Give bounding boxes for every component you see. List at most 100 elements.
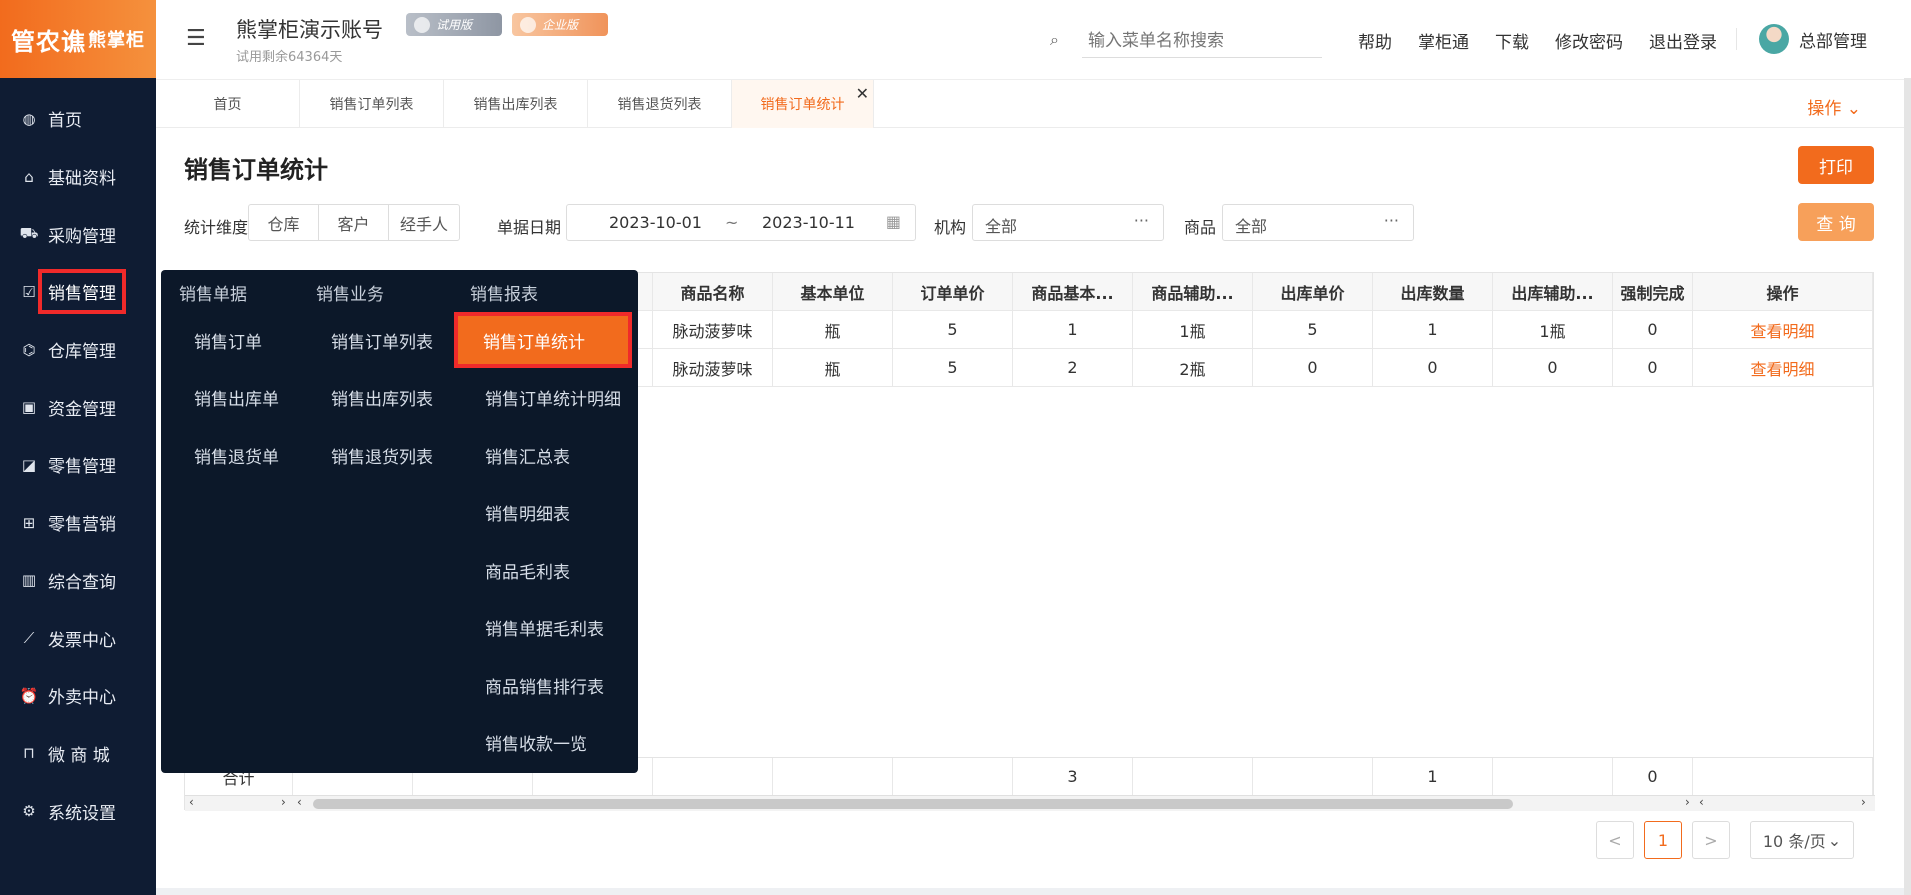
view-detail-link[interactable]: 查看明细 bbox=[1693, 349, 1873, 387]
submenu-sales-return-list[interactable]: 销售退货列表 bbox=[331, 436, 433, 474]
submenu-sales-order-stats-detail[interactable]: 销售订单统计明细 bbox=[485, 378, 621, 416]
col-header-outbound-aux: 出库辅助... bbox=[1493, 273, 1613, 311]
table-cell: 1 bbox=[1013, 311, 1133, 349]
divider bbox=[1736, 28, 1737, 50]
view-detail-link[interactable]: 查看明细 bbox=[1693, 311, 1873, 349]
next-page-button[interactable]: > bbox=[1692, 821, 1730, 859]
tab-sales-order-stats[interactable]: 销售订单统计 ✕ bbox=[732, 80, 874, 128]
scroll-left-icon[interactable]: ‹ bbox=[189, 795, 194, 809]
sidebar-item-mall[interactable]: ⊓ 微 商 城 bbox=[0, 725, 156, 783]
scroll-right-icon[interactable]: › bbox=[1685, 795, 1690, 809]
table-cell: 0 bbox=[1373, 349, 1493, 387]
close-icon[interactable]: ✕ bbox=[856, 84, 869, 103]
sidebar-item-label: 微 商 城 bbox=[48, 745, 110, 766]
submenu-product-gross-profit[interactable]: 商品毛利表 bbox=[485, 551, 570, 589]
page-1-button[interactable]: 1 bbox=[1644, 821, 1682, 859]
col-header-outbound-price: 出库单价 bbox=[1253, 273, 1373, 311]
dim-handler-option[interactable]: 经手人 bbox=[389, 205, 459, 240]
product-select[interactable]: 全部 ··· bbox=[1222, 204, 1414, 241]
menu-toggle-icon[interactable]: ☰ bbox=[186, 26, 206, 51]
submenu-document-gross-profit[interactable]: 销售单据毛利表 bbox=[485, 608, 604, 646]
top-links: 帮助 掌柜通 下载 修改密码 退出登录 bbox=[1358, 28, 1743, 53]
sales-submenu: 销售单据 销售业务 销售报表 销售订单 销售出库单 销售退货单 销售订单列表 销… bbox=[161, 270, 638, 773]
submenu-sales-order[interactable]: 销售订单 bbox=[194, 321, 262, 359]
scroll-right-icon[interactable]: › bbox=[281, 795, 286, 809]
horizontal-scrollbar[interactable]: ‹ › ‹ › ‹ › bbox=[185, 795, 1875, 811]
date-range-picker[interactable]: 2023-10-01 ~ 2023-10-11 ▦ bbox=[566, 204, 916, 241]
scroll-thumb[interactable] bbox=[313, 799, 1513, 809]
logout-link[interactable]: 退出登录 bbox=[1649, 28, 1717, 53]
submenu-sales-summary[interactable]: 销售汇总表 bbox=[485, 436, 570, 474]
tab-sales-outbound-list[interactable]: 销售出库列表 bbox=[444, 80, 588, 128]
table-cell bbox=[1253, 758, 1373, 796]
sidebar-item-purchase[interactable]: ⛟ 采购管理 bbox=[0, 205, 156, 263]
tab-home[interactable]: 首页 bbox=[156, 80, 300, 128]
change-password-link[interactable]: 修改密码 bbox=[1555, 28, 1623, 53]
sidebar-item-label: 销售管理 bbox=[38, 269, 126, 315]
operations-label: 操作 bbox=[1807, 99, 1842, 119]
shopping-bag-icon: ⊓ bbox=[23, 744, 35, 763]
table-cell: 瓶 bbox=[773, 311, 893, 349]
dim-customer-option[interactable]: 客户 bbox=[319, 205, 389, 240]
dim-warehouse-option[interactable]: 仓库 bbox=[249, 205, 319, 240]
page-size-select[interactable]: 10 条/页 ⌄ bbox=[1750, 821, 1854, 859]
sidebar: 管农谯 熊掌柜 ◍ 首页 ⌂ 基础资料 ⛟ 采购管理 ☑ 销售管理 ⌬ 仓库管理 ▣ 资金管理… bbox=[0, 0, 156, 895]
tab-sales-order-list[interactable]: 销售订单列表 bbox=[300, 80, 444, 128]
calendar-icon: ▣ bbox=[21, 398, 37, 417]
page-title: 销售订单统计 bbox=[184, 156, 328, 184]
col-header-actions: 操作 bbox=[1693, 273, 1873, 311]
page-scrollbar[interactable] bbox=[1904, 78, 1911, 895]
table-cell: 5 bbox=[1253, 311, 1373, 349]
tab-sales-return-list[interactable]: 销售退货列表 bbox=[588, 80, 732, 128]
operations-dropdown[interactable]: 操作 ⌄ bbox=[1807, 94, 1861, 119]
download-link[interactable]: 下载 bbox=[1495, 28, 1529, 53]
star-icon bbox=[520, 16, 536, 33]
page-tabs: 首页 销售订单列表 销售出库列表 销售退货列表 销售订单统计 ✕ 操作 ⌄ bbox=[156, 80, 1911, 128]
submenu-sales-detail[interactable]: 销售明细表 bbox=[485, 493, 570, 531]
sidebar-item-retail[interactable]: ◪ 零售管理 bbox=[0, 436, 156, 494]
submenu-sales-outbound[interactable]: 销售出库单 bbox=[194, 378, 279, 416]
trial-remaining: 试用剩余64364天 bbox=[236, 50, 343, 65]
sidebar-item-label: 外卖中心 bbox=[48, 688, 116, 709]
sidebar-item-basic-data[interactable]: ⌂ 基础资料 bbox=[0, 148, 156, 206]
submenu-product-sales-ranking[interactable]: 商品销售排行表 bbox=[485, 666, 604, 704]
org-select[interactable]: 全部 ··· bbox=[972, 204, 1164, 241]
sidebar-item-warehouse[interactable]: ⌬ 仓库管理 bbox=[0, 321, 156, 379]
help-link[interactable]: 帮助 bbox=[1358, 28, 1392, 53]
col-header-order-price: 订单单价 bbox=[893, 273, 1013, 311]
prev-page-button[interactable]: < bbox=[1596, 821, 1634, 859]
search-icon: ⌕ bbox=[1050, 30, 1059, 49]
sidebar-item-invoice[interactable]: ⟋ 发票中心 bbox=[0, 609, 156, 667]
scroll-left-icon[interactable]: ‹ bbox=[1699, 795, 1704, 809]
home-icon: ⌂ bbox=[24, 167, 34, 186]
table-cell: 3 bbox=[1013, 758, 1133, 796]
submenu-sales-order-stats[interactable]: 销售订单统计 bbox=[454, 312, 632, 368]
scroll-right-icon[interactable]: › bbox=[1861, 795, 1866, 809]
table-cell: 0 bbox=[1613, 758, 1693, 796]
zhangguitong-link[interactable]: 掌柜通 bbox=[1418, 28, 1469, 53]
sidebar-item-home[interactable]: ◍ 首页 bbox=[0, 90, 156, 148]
avatar bbox=[1759, 24, 1789, 54]
table-cell: 2瓶 bbox=[1133, 349, 1253, 387]
sidebar-item-sales[interactable]: ☑ 销售管理 bbox=[0, 263, 156, 321]
scroll-left-icon[interactable]: ‹ bbox=[297, 795, 302, 809]
sidebar-item-label: 仓库管理 bbox=[48, 342, 116, 363]
user-menu[interactable]: 总部管理 bbox=[1759, 24, 1867, 54]
sidebar-item-funds[interactable]: ▣ 资金管理 bbox=[0, 378, 156, 436]
sidebar-item-retail-marketing[interactable]: ⊞ 零售营销 bbox=[0, 494, 156, 552]
submenu-sales-order-list[interactable]: 销售订单列表 bbox=[331, 321, 433, 359]
sidebar-item-query[interactable]: ▥ 综合查询 bbox=[0, 552, 156, 610]
menu-search-input[interactable] bbox=[1082, 24, 1322, 58]
sidebar-item-label: 零售管理 bbox=[48, 457, 116, 478]
submenu-sales-return[interactable]: 销售退货单 bbox=[194, 436, 279, 474]
sidebar-item-label: 采购管理 bbox=[48, 226, 116, 247]
sidebar-item-label: 综合查询 bbox=[48, 572, 116, 593]
sidebar-item-settings[interactable]: ⚙ 系统设置 bbox=[0, 782, 156, 840]
submenu-sales-receipts[interactable]: 销售收款一览 bbox=[485, 723, 587, 761]
sidebar-item-takeout[interactable]: ⏰ 外卖中心 bbox=[0, 667, 156, 725]
col-header-product-name: 商品名称 bbox=[653, 273, 773, 311]
print-button[interactable]: 打印 bbox=[1798, 146, 1874, 184]
query-button[interactable]: 查 询 bbox=[1798, 203, 1874, 241]
table-cell: 1瓶 bbox=[1493, 311, 1613, 349]
submenu-sales-outbound-list[interactable]: 销售出库列表 bbox=[331, 378, 433, 416]
